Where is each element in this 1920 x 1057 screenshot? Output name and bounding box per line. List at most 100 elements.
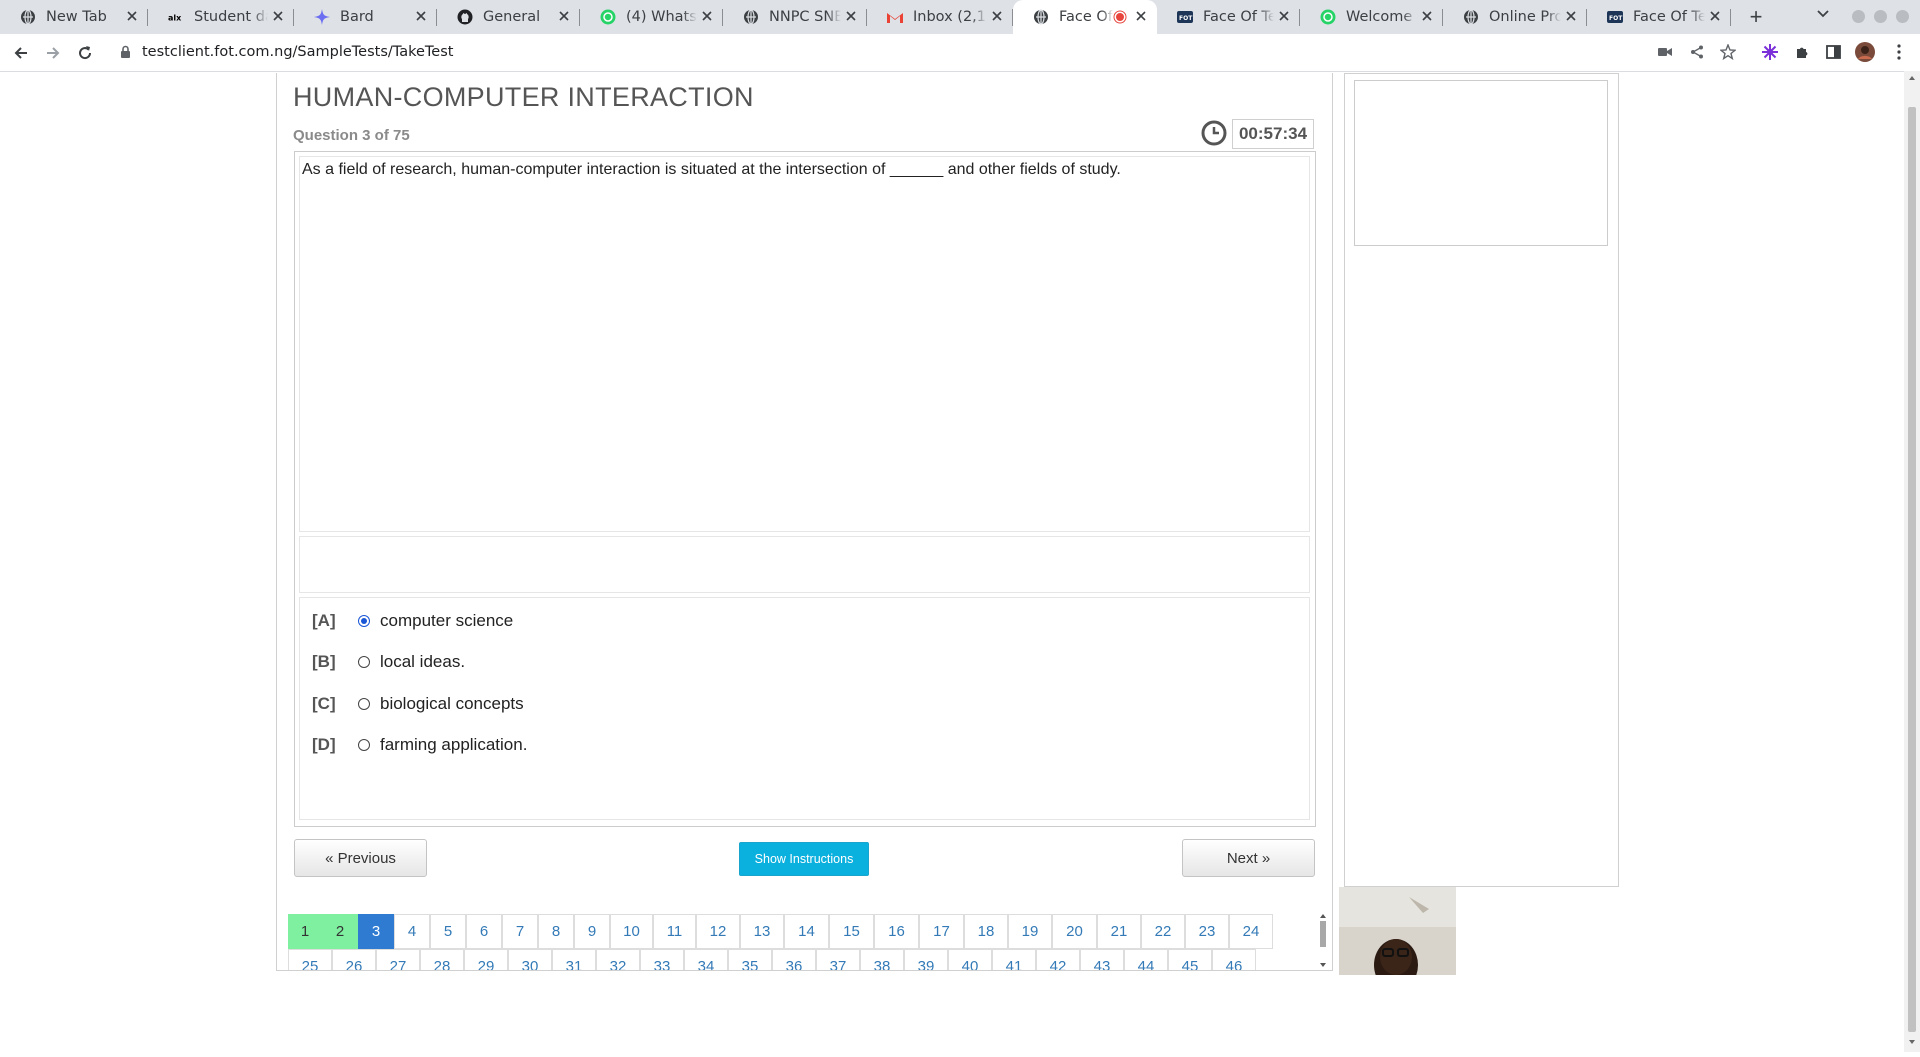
question-number-link[interactable]: 36 (772, 949, 816, 970)
option-text[interactable]: local ideas. (380, 652, 465, 672)
close-tab-icon[interactable] (697, 9, 717, 25)
extension-flower-icon[interactable] (1760, 42, 1780, 62)
close-tab-icon[interactable] (987, 9, 1007, 25)
tab-title[interactable]: Welcome to (1346, 9, 1417, 25)
question-number-link[interactable]: 23 (1185, 914, 1229, 949)
browser-tab[interactable]: FOT Face Of Test (1157, 0, 1300, 34)
option-radio[interactable] (358, 698, 370, 710)
lock-icon[interactable] (120, 45, 131, 64)
reload-icon[interactable] (71, 39, 99, 67)
question-number-link[interactable]: 29 (464, 949, 508, 970)
question-number-link[interactable]: 46 (1212, 949, 1256, 970)
question-number-link[interactable]: 37 (816, 949, 860, 970)
question-number-link[interactable]: 39 (904, 949, 948, 970)
question-number-link[interactable]: 10 (610, 914, 653, 949)
browser-tab[interactable]: Face Of (1013, 0, 1157, 34)
question-number-link[interactable]: 14 (784, 914, 829, 949)
browser-tab[interactable]: Bard (294, 0, 437, 34)
page-scrollbar[interactable] (1904, 71, 1920, 1052)
question-number-link[interactable]: 7 (502, 914, 538, 949)
close-tab-icon[interactable] (554, 9, 574, 25)
browser-tab[interactable]: Online Proc (1443, 0, 1587, 34)
tab-title[interactable]: Bard (340, 9, 411, 25)
tab-title[interactable]: Face Of Test (1633, 9, 1705, 25)
question-number-link[interactable]: 16 (874, 914, 919, 949)
question-number-link[interactable]: 33 (640, 949, 684, 970)
question-number-link[interactable]: 38 (860, 949, 904, 970)
question-number-link[interactable]: 4 (394, 914, 430, 949)
option-radio[interactable] (358, 656, 370, 668)
close-tab-icon[interactable] (122, 9, 142, 25)
minimize-button[interactable] (1852, 10, 1865, 23)
question-number-link[interactable]: 32 (596, 949, 640, 970)
question-number-link[interactable]: 18 (964, 914, 1008, 949)
question-number-link[interactable]: 30 (508, 949, 552, 970)
browser-tab[interactable]: NNPC SNEPCO (723, 0, 867, 34)
url-text[interactable]: testclient.fot.com.ng/SampleTests/TakeTe… (142, 44, 453, 60)
address-bar[interactable]: testclient.fot.com.ng/SampleTests/TakeTe… (110, 37, 1634, 67)
close-tab-icon[interactable] (1705, 9, 1725, 25)
close-tab-icon[interactable] (1131, 9, 1151, 25)
question-number-link[interactable]: 13 (740, 914, 784, 949)
option-c[interactable]: [C] biological concepts (312, 691, 524, 717)
question-number-link[interactable]: 44 (1124, 949, 1168, 970)
option-b[interactable]: [B] local ideas. (312, 649, 465, 675)
tab-title[interactable]: Online Proc (1489, 9, 1561, 25)
tab-title[interactable]: NNPC SNEPCO (769, 9, 841, 25)
next-button[interactable]: Next » (1182, 839, 1315, 877)
browser-tab[interactable]: FOT Face Of Test (1587, 0, 1731, 34)
question-number-link[interactable]: 6 (466, 914, 502, 949)
tab-title[interactable]: Student dashboard (194, 9, 268, 25)
option-text[interactable]: biological concepts (380, 694, 524, 714)
side-panel-icon[interactable] (1823, 42, 1843, 62)
tab-title[interactable]: Face Of (1059, 9, 1113, 25)
question-number-link[interactable]: 2 (322, 914, 358, 949)
show-instructions-button[interactable]: Show Instructions (739, 842, 869, 876)
close-window-button[interactable] (1896, 10, 1909, 23)
question-number-link[interactable]: 8 (538, 914, 574, 949)
browser-tab[interactable]: (4) WhatsApp (580, 0, 723, 34)
question-number-link[interactable]: 28 (420, 949, 464, 970)
question-number-link[interactable]: 21 (1097, 914, 1141, 949)
question-number-link[interactable]: 1 (288, 914, 322, 949)
option-radio[interactable] (358, 615, 370, 627)
question-number-link[interactable]: 9 (574, 914, 610, 949)
tab-search-chevron-icon[interactable] (1816, 6, 1830, 22)
tab-title[interactable]: General (483, 9, 554, 25)
question-number-link[interactable]: 26 (332, 949, 376, 970)
option-a[interactable]: [A] computer science (312, 608, 513, 634)
question-number-link[interactable]: 19 (1008, 914, 1052, 949)
question-number-link[interactable]: 31 (552, 949, 596, 970)
tab-title[interactable]: (4) WhatsApp (626, 9, 697, 25)
option-radio[interactable] (358, 739, 370, 751)
profile-avatar[interactable] (1855, 42, 1875, 62)
close-tab-icon[interactable] (411, 9, 431, 25)
extensions-puzzle-icon[interactable] (1792, 42, 1812, 62)
bookmark-star-icon[interactable] (1718, 42, 1738, 62)
browser-tab[interactable]: New Tab (0, 0, 148, 34)
question-number-link[interactable]: 20 (1052, 914, 1097, 949)
option-text[interactable]: farming application. (380, 735, 527, 755)
new-tab-button[interactable]: + (1744, 4, 1768, 30)
browser-tab[interactable]: alx Student dashboard (148, 0, 294, 34)
question-number-link[interactable]: 3 (358, 914, 394, 949)
close-tab-icon[interactable] (841, 9, 861, 25)
question-number-link[interactable]: 24 (1229, 914, 1273, 949)
question-number-link[interactable]: 43 (1080, 949, 1124, 970)
tab-title[interactable]: New Tab (46, 9, 122, 25)
tab-title[interactable]: Inbox (2,10 (913, 9, 987, 25)
question-number-link[interactable]: 25 (288, 949, 332, 970)
question-number-link[interactable]: 34 (684, 949, 728, 970)
browser-menu-icon[interactable] (1889, 42, 1909, 62)
option-d[interactable]: [D] farming application. (312, 732, 527, 758)
close-tab-icon[interactable] (1561, 9, 1581, 25)
forward-arrow-icon[interactable] (39, 39, 67, 67)
close-tab-icon[interactable] (1417, 9, 1437, 25)
question-number-link[interactable]: 42 (1036, 949, 1080, 970)
question-number-link[interactable]: 17 (919, 914, 964, 949)
previous-button[interactable]: « Previous (294, 839, 427, 877)
share-icon[interactable] (1687, 42, 1707, 62)
question-number-link[interactable]: 22 (1141, 914, 1185, 949)
browser-tab[interactable]: Inbox (2,10 (867, 0, 1013, 34)
maximize-button[interactable] (1874, 10, 1887, 23)
